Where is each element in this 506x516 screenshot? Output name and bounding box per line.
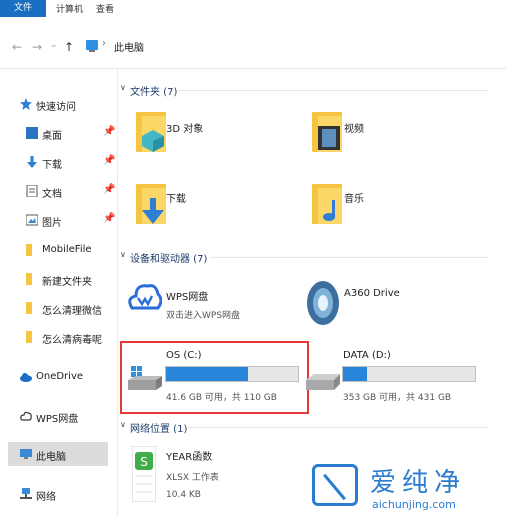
- folder-name: 3D 对象: [166, 124, 204, 135]
- section-divider: [188, 427, 488, 428]
- section-divider: [210, 257, 488, 258]
- sidebar-item-pictures[interactable]: 图片 📌: [0, 208, 118, 232]
- file-tab[interactable]: 文件: [0, 0, 46, 17]
- breadcrumb[interactable]: 此电脑: [114, 39, 144, 54]
- folder-icon: [26, 273, 32, 285]
- desktop-icon: [26, 127, 38, 139]
- file-type: XLSX 工作表: [166, 473, 219, 483]
- section-header-folders[interactable]: ∨ 文件夹 (7): [118, 82, 492, 98]
- sidebar-item-network[interactable]: 网络: [0, 482, 118, 506]
- sidebar-item-this-pc[interactable]: 此电脑: [8, 442, 108, 466]
- highlight-box: [120, 341, 309, 414]
- collapse-chevron-icon[interactable]: ∨: [120, 83, 126, 92]
- address-bar-row: ← → ⌄ ↑ › 此电脑: [0, 22, 506, 69]
- breadcrumb-chevron[interactable]: ›: [102, 38, 106, 49]
- recent-locations-icon[interactable]: ⌄: [50, 40, 58, 50]
- sidebar-item-folder-wechat[interactable]: 怎么清理微信: [0, 296, 118, 320]
- address-field[interactable]: › 此电脑: [82, 36, 492, 56]
- watermark: 爱纯净 aichunjing.com: [312, 462, 502, 516]
- cloud-icon: [20, 373, 32, 382]
- sidebar-item-label: 此电脑: [36, 452, 66, 463]
- watermark-url: aichunjing.com: [372, 498, 456, 511]
- watermark-logo-icon: [312, 464, 358, 506]
- forward-icon[interactable]: →: [32, 40, 42, 54]
- file-size: 10.4 KB: [166, 490, 201, 500]
- sidebar-item-downloads[interactable]: 下载 📌: [0, 150, 118, 174]
- svg-text:S: S: [140, 455, 148, 469]
- network-icon: [20, 488, 32, 499]
- this-pc-icon: [86, 40, 98, 52]
- folder-icon: [26, 331, 32, 343]
- sidebar-item-label: 怎么清理微信: [42, 306, 102, 317]
- sidebar-item-label: WPS网盘: [36, 414, 79, 425]
- section-header-devices[interactable]: ∨ 设备和驱动器 (7): [118, 249, 492, 265]
- drive-usage-bar: [342, 366, 476, 382]
- pin-icon[interactable]: 📌: [103, 126, 115, 137]
- device-description: 双击进入WPS网盘: [166, 311, 241, 321]
- tab-computer[interactable]: 计算机: [56, 2, 83, 15]
- drive-usage-fill: [343, 367, 367, 381]
- spreadsheet-file-icon: S: [132, 446, 156, 502]
- section-title: 文件夹 (7): [130, 87, 178, 98]
- 3d-objects-icon: [136, 112, 166, 152]
- music-folder-icon: [312, 184, 342, 224]
- sidebar-item-label: 图片: [42, 218, 62, 229]
- wps-cloud-icon: [128, 284, 162, 310]
- folder-name: 音乐: [344, 194, 364, 205]
- drive-space: 353 GB 可用，共 431 GB: [343, 393, 452, 403]
- folder-icon: [26, 302, 32, 314]
- pin-icon[interactable]: 📌: [103, 213, 115, 224]
- computer-icon: [20, 449, 32, 459]
- hard-drive-icon: [306, 374, 340, 390]
- pin-icon[interactable]: 📌: [103, 155, 115, 166]
- wps-cloud-icon: [20, 411, 32, 421]
- section-title: 网络位置 (1): [130, 424, 188, 435]
- sidebar-item-documents[interactable]: 文档 📌: [0, 179, 118, 203]
- video-folder-icon: [312, 112, 342, 152]
- watermark-text: 爱纯净: [370, 468, 467, 498]
- drive-name: DATA (D:): [343, 350, 391, 361]
- sidebar-item-label: 下载: [42, 160, 62, 171]
- sidebar-item-label: OneDrive: [36, 371, 84, 382]
- a360-drive-icon: [307, 281, 339, 325]
- sidebar-item-label: 快速访问: [36, 102, 76, 113]
- section-header-network[interactable]: ∨ 网络位置 (1): [118, 419, 492, 435]
- section-divider: [178, 90, 488, 91]
- sidebar-item-label: MobileFile: [42, 244, 92, 255]
- sidebar-item-folder-virus[interactable]: 怎么清病毒呢: [0, 325, 118, 349]
- sidebar-item-label: 桌面: [42, 131, 62, 142]
- folder-name: 视频: [344, 124, 364, 135]
- document-icon: [26, 185, 38, 197]
- up-icon[interactable]: ↑: [64, 40, 74, 54]
- ribbon: 文件 计算机 查看: [0, 0, 506, 22]
- sidebar-item-onedrive[interactable]: OneDrive: [0, 365, 118, 389]
- pictures-icon: [26, 214, 38, 226]
- pin-icon[interactable]: 📌: [103, 184, 115, 195]
- sidebar-item-mobilefile[interactable]: MobileFile: [0, 238, 118, 262]
- sidebar-item-quick-access[interactable]: 快速访问: [0, 92, 118, 116]
- folder-icon: [26, 244, 32, 256]
- folder-name: 下载: [166, 194, 186, 205]
- device-name: A360 Drive: [344, 288, 400, 299]
- star-icon: [20, 98, 32, 110]
- download-folder-icon: [136, 184, 166, 224]
- sidebar-item-label: 新建文件夹: [42, 277, 92, 288]
- download-icon: [27, 156, 37, 168]
- sidebar-item-new-folder[interactable]: 新建文件夹: [0, 267, 118, 291]
- tab-view[interactable]: 查看: [96, 2, 114, 15]
- sidebar-item-label: 文档: [42, 189, 62, 200]
- sidebar-item-wps[interactable]: WPS网盘: [0, 404, 118, 428]
- section-title: 设备和驱动器 (7): [130, 254, 208, 265]
- sidebar-item-label: 网络: [36, 492, 56, 503]
- sidebar-item-label: 怎么清病毒呢: [42, 335, 102, 346]
- sidebar-item-desktop[interactable]: 桌面 📌: [0, 121, 118, 145]
- navigation-pane: 快速访问 桌面 📌 下载 📌 文档 📌 图片 📌 MobileFile 新建文件…: [0, 68, 118, 516]
- device-name: WPS网盘: [166, 292, 209, 303]
- pane-divider[interactable]: [117, 68, 118, 516]
- file-name: YEAR函数: [166, 452, 213, 463]
- back-icon[interactable]: ←: [12, 40, 22, 54]
- collapse-chevron-icon[interactable]: ∨: [120, 250, 126, 259]
- collapse-chevron-icon[interactable]: ∨: [120, 420, 126, 429]
